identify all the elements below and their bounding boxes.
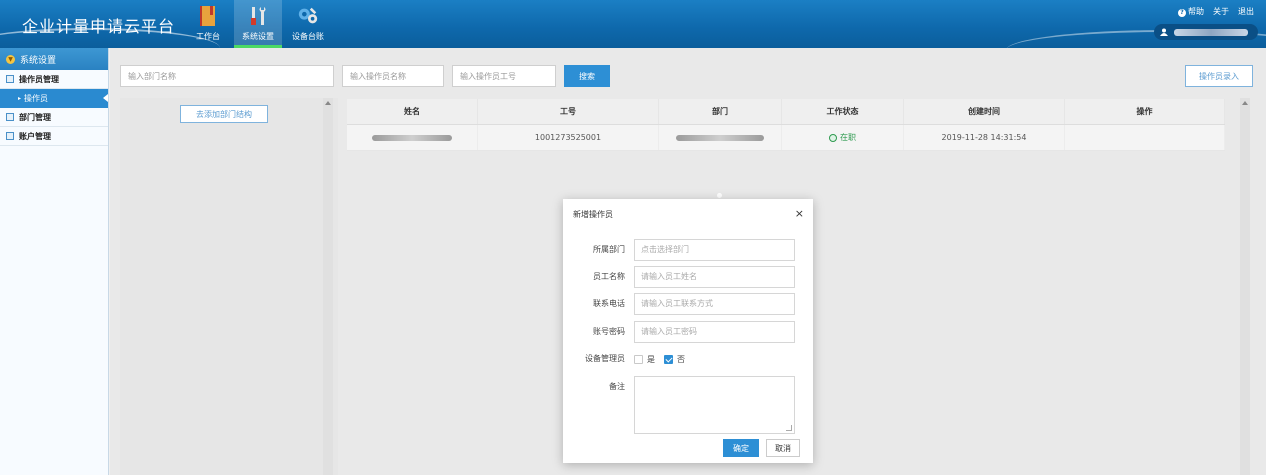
top-links: ? 帮助 关于 退出 xyxy=(1178,6,1254,17)
operator-name-search-input[interactable]: 输入操作员名称 xyxy=(342,65,444,87)
user-icon xyxy=(1160,28,1168,36)
sidebar: ▼ 系统设置 操作员管理 ▸ 操作员 部门管理 账户管理 xyxy=(0,48,109,475)
folder-icon xyxy=(6,132,14,140)
caret-right-icon: ▸ xyxy=(18,95,22,102)
main-nav: 工作台 系统设置 设备台账 xyxy=(184,0,334,48)
nav-label-system-settings: 系统设置 xyxy=(242,32,274,41)
sidebar-header[interactable]: ▼ 系统设置 xyxy=(0,48,108,70)
sidebar-item-department-management[interactable]: 部门管理 xyxy=(0,108,108,127)
dialog-title: 新增操作员 xyxy=(573,210,613,219)
department-select[interactable]: 点击选择部门 xyxy=(634,239,795,261)
checkbox-unchecked-icon[interactable] xyxy=(634,354,643,364)
search-button[interactable]: 搜索 xyxy=(564,65,610,87)
cell-actions xyxy=(1065,125,1225,150)
tools-icon xyxy=(247,5,269,27)
logout-link[interactable]: 退出 xyxy=(1238,6,1254,17)
department-redacted xyxy=(676,134,764,141)
phone-input[interactable]: 请输入员工联系方式 xyxy=(634,293,795,315)
form-row-password: 账号密码 请输入员工密码 xyxy=(563,321,813,343)
cell-department xyxy=(659,125,782,150)
name-redacted xyxy=(372,134,452,141)
column-header-created-time[interactable]: 创建时间 xyxy=(904,99,1065,124)
sidebar-item-label: 账户管理 xyxy=(19,131,51,141)
close-icon[interactable]: × xyxy=(795,207,804,220)
password-label: 账号密码 xyxy=(593,327,625,336)
form-row-department: 所属部门 点击选择部门 xyxy=(563,239,813,261)
employee-name-label: 员工名称 xyxy=(593,272,625,281)
checkbox-checked-icon[interactable] xyxy=(664,354,673,364)
folder-icon xyxy=(6,113,14,121)
help-link[interactable]: ? 帮助 xyxy=(1178,6,1204,17)
add-operator-button[interactable]: 操作员录入 xyxy=(1185,65,1253,87)
column-header-department[interactable]: 部门 xyxy=(659,99,782,124)
nav-item-workbench[interactable]: 工作台 xyxy=(184,0,232,48)
column-header-name[interactable]: 姓名 xyxy=(347,99,478,124)
table-scrollbar[interactable] xyxy=(1240,98,1250,475)
scroll-up-icon xyxy=(325,101,331,105)
sidebar-item-label: 部门管理 xyxy=(19,112,51,122)
scroll-up-icon xyxy=(1242,101,1248,105)
loading-dot xyxy=(717,193,722,198)
nav-item-system-settings[interactable]: 系统设置 xyxy=(234,0,282,48)
cell-created-time: 2019-11-28 14:31:54 xyxy=(904,125,1065,150)
column-header-actions: 操作 xyxy=(1065,99,1225,124)
department-tree-panel: 去添加部门结构 xyxy=(120,98,338,475)
chevron-down-icon: ▼ xyxy=(6,54,15,64)
form-row-remark: 备注 xyxy=(563,376,813,434)
password-input[interactable]: 请输入员工密码 xyxy=(634,321,795,343)
app-title: 企业计量申请云平台 xyxy=(22,17,176,36)
status-text: 在职 xyxy=(840,133,856,142)
nav-label-workbench: 工作台 xyxy=(196,32,220,41)
phone-label: 联系电话 xyxy=(593,299,625,308)
active-indicator xyxy=(103,94,108,102)
device-admin-label: 设备管理员 xyxy=(585,354,625,363)
equipment-gears-icon xyxy=(297,5,319,27)
form-row-device-admin: 设备管理员 是 否 xyxy=(563,348,813,370)
top-header: 企业计量申请云平台 工作台 系统设置 设备台账 ? 帮助 关于 退出 xyxy=(0,0,1266,48)
department-label: 所属部门 xyxy=(593,245,625,254)
column-header-employee-no[interactable]: 工号 xyxy=(478,99,659,124)
form-row-employee-name: 员工名称 请输入员工姓名 xyxy=(563,266,813,288)
sidebar-item-operator[interactable]: ▸ 操作员 xyxy=(0,89,108,108)
yes-label: 是 xyxy=(647,354,655,364)
sidebar-item-label: 操作员 xyxy=(24,94,49,103)
cell-name xyxy=(347,125,478,150)
about-link[interactable]: 关于 xyxy=(1213,6,1229,17)
dept-name-search-input[interactable]: 输入部门名称 xyxy=(120,65,334,87)
help-label: 帮助 xyxy=(1188,7,1204,16)
no-label: 否 xyxy=(677,354,685,364)
book-icon xyxy=(197,5,219,27)
folder-icon xyxy=(6,75,14,83)
confirm-button[interactable]: 确定 xyxy=(723,439,759,457)
operator-no-search-input[interactable]: 输入操作员工号 xyxy=(452,65,556,87)
resize-grip-icon[interactable] xyxy=(786,425,792,431)
cell-work-status: 在职 xyxy=(782,125,904,150)
add-dept-structure-button[interactable]: 去添加部门结构 xyxy=(180,105,268,123)
operator-table: 姓名 工号 部门 工作状态 创建时间 操作 1001273525001 在职 2… xyxy=(347,99,1225,151)
username-redacted xyxy=(1174,28,1248,36)
sidebar-item-label: 操作员管理 xyxy=(19,74,59,84)
user-menu[interactable] xyxy=(1154,24,1258,40)
status-active-icon xyxy=(829,133,837,142)
add-operator-dialog: 新增操作员 × 所属部门 点击选择部门 员工名称 请输入员工姓名 联系电话 请输… xyxy=(563,199,813,463)
sidebar-item-operator-management[interactable]: 操作员管理 xyxy=(0,70,108,89)
cancel-button[interactable]: 取消 xyxy=(766,439,800,457)
nav-label-equipment-ledger: 设备台账 xyxy=(292,32,324,41)
cell-employee-no: 1001273525001 xyxy=(478,125,659,150)
employee-name-input[interactable]: 请输入员工姓名 xyxy=(634,266,795,288)
tree-scrollbar[interactable] xyxy=(323,98,333,475)
nav-item-equipment-ledger[interactable]: 设备台账 xyxy=(284,0,332,48)
column-header-work-status[interactable]: 工作状态 xyxy=(782,99,904,124)
help-icon: ? xyxy=(1178,9,1186,17)
sidebar-header-label: 系统设置 xyxy=(20,55,57,66)
device-admin-no-option[interactable]: 否 xyxy=(664,354,685,365)
sidebar-item-account-management[interactable]: 账户管理 xyxy=(0,127,108,146)
table-row[interactable]: 1001273525001 在职 2019-11-28 14:31:54 xyxy=(347,125,1225,151)
remark-textarea[interactable] xyxy=(634,376,795,434)
device-admin-yes-option[interactable]: 是 xyxy=(634,354,655,365)
device-admin-options: 是 否 xyxy=(634,348,694,370)
form-row-phone: 联系电话 请输入员工联系方式 xyxy=(563,293,813,315)
remark-label: 备注 xyxy=(609,382,625,391)
table-header: 姓名 工号 部门 工作状态 创建时间 操作 xyxy=(347,99,1225,125)
